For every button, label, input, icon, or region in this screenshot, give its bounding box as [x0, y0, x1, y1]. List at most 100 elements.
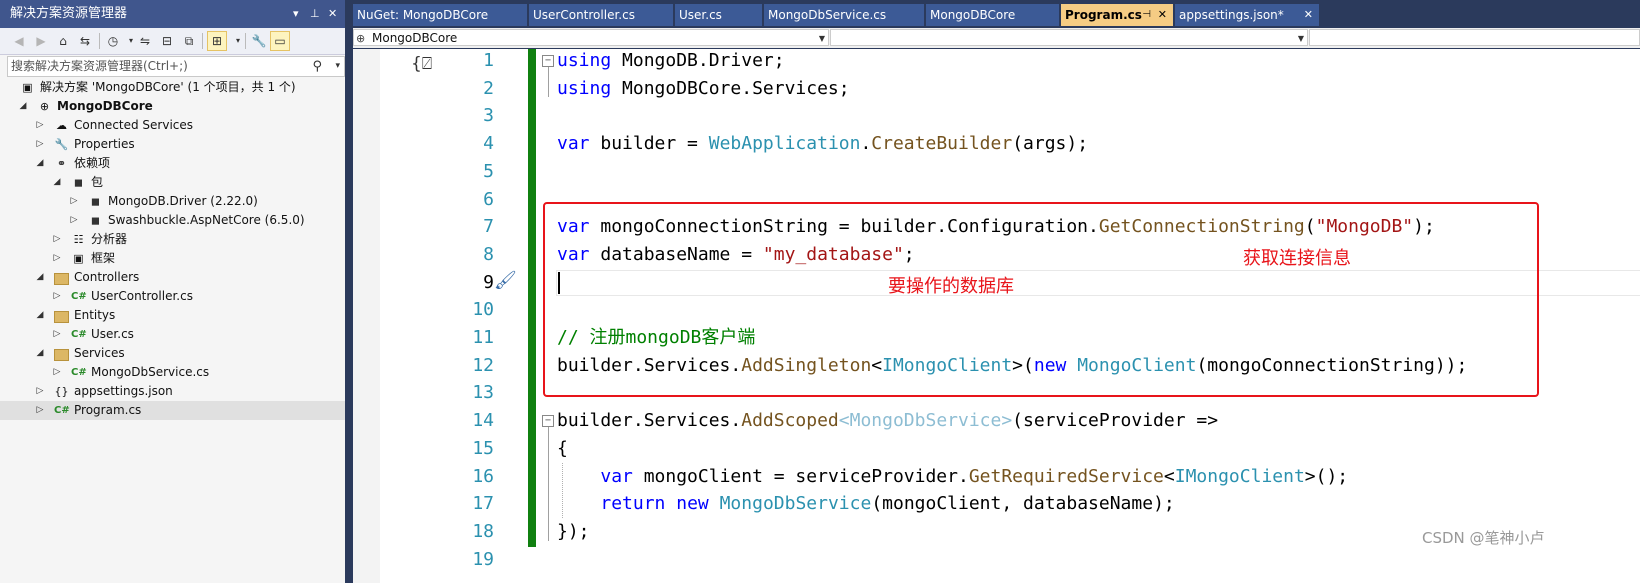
- collapsed-arrow-icon[interactable]: ▷: [52, 287, 62, 306]
- back-icon[interactable]: ◀: [10, 32, 28, 50]
- tree-item[interactable]: ◢ Services: [0, 344, 345, 363]
- collapse-all-icon[interactable]: ⊟: [158, 32, 176, 50]
- code-line[interactable]: var databaseName = "my_database";: [557, 241, 915, 269]
- member-combo[interactable]: [1309, 29, 1640, 46]
- code-map-glyph-icon[interactable]: {⍁: [411, 54, 432, 74]
- properties-wrench-icon[interactable]: 🔧: [250, 32, 268, 50]
- auto-hide-pin-icon[interactable]: ⊥: [310, 0, 320, 28]
- tree-item-label: Program.cs: [74, 403, 142, 417]
- window-position-dropdown-icon[interactable]: ▾: [293, 0, 299, 28]
- code-line[interactable]: var mongoConnectionString = builder.Conf…: [557, 213, 1435, 241]
- tree-item[interactable]: ◢ Entitys: [0, 306, 345, 325]
- expanded-arrow-icon[interactable]: ◢: [18, 97, 28, 116]
- code-line[interactable]: using MongoDB.Driver;: [557, 47, 785, 75]
- code-area[interactable]: {⍁ 🖌 获取连接信息 要操作的数据库 1 using MongoDB.Drive…: [380, 49, 1640, 583]
- panel-splitter[interactable]: [345, 0, 353, 583]
- expanded-arrow-icon[interactable]: ◢: [35, 154, 45, 173]
- close-tab-icon[interactable]: ✕: [1304, 4, 1313, 26]
- tree-item[interactable]: ◢ Controllers: [0, 268, 345, 287]
- project-combo[interactable]: ⊕ MongoDBCore ▼: [353, 29, 829, 46]
- tree-item[interactable]: ▷ C# Program.cs: [0, 401, 345, 420]
- solution-explorer-search-input[interactable]: 搜索解决方案资源管理器(Ctrl+;) ⚲ ▾: [7, 56, 345, 77]
- tree-item[interactable]: ◢ ⊕ MongoDBCore: [0, 97, 345, 116]
- collapsed-arrow-icon[interactable]: ▷: [52, 363, 62, 382]
- tab-label: UserController.cs: [533, 8, 635, 22]
- collapsed-arrow-icon[interactable]: ▷: [35, 135, 45, 154]
- code-line[interactable]: var builder = WebApplication.CreateBuild…: [557, 130, 1088, 158]
- tree-item[interactable]: ▷ C# UserController.cs: [0, 287, 345, 306]
- code-line[interactable]: builder.Services.AddScoped<MongoDbServic…: [557, 407, 1218, 435]
- code-token: new: [676, 493, 709, 515]
- home-icon[interactable]: ⌂: [54, 32, 72, 50]
- tree-item[interactable]: ◢ ◼ 包: [0, 173, 345, 192]
- line-number: 18: [472, 520, 494, 542]
- forward-icon[interactable]: ▶: [32, 32, 50, 50]
- preview-selected-items-icon[interactable]: ⊞: [207, 31, 227, 51]
- quick-actions-brush-icon[interactable]: 🖌: [494, 270, 517, 291]
- expanded-arrow-icon[interactable]: ◢: [35, 268, 45, 287]
- tab-label: Program.cs: [1065, 8, 1142, 22]
- tree-item[interactable]: ▷ ▣ 框架: [0, 249, 345, 268]
- code-line[interactable]: {: [557, 435, 568, 463]
- tree-item-label: Swashbuckle.AspNetCore (6.5.0): [108, 213, 305, 227]
- collapsed-arrow-icon[interactable]: ▷: [52, 230, 62, 249]
- tree-item[interactable]: ▷ ☁ Connected Services: [0, 116, 345, 135]
- expanded-arrow-icon[interactable]: ◢: [35, 306, 45, 325]
- fold-collapse-block-icon[interactable]: −: [542, 415, 554, 428]
- tab-nuget-mongodbcore[interactable]: NuGet: MongoDBCore: [353, 4, 528, 26]
- tree-item[interactable]: ▷ ☷ 分析器: [0, 230, 345, 249]
- tree-item[interactable]: ▷ C# MongoDbService.cs: [0, 363, 345, 382]
- code-line[interactable]: using MongoDBCore.Services;: [557, 75, 850, 103]
- search-options-dropdown-icon[interactable]: ▾: [335, 57, 340, 76]
- collapsed-arrow-icon[interactable]: ▷: [35, 382, 45, 401]
- tab-mongodbcore[interactable]: MongoDBCore: [926, 4, 1060, 26]
- collapsed-arrow-icon[interactable]: ▷: [35, 116, 45, 135]
- tab-mongodbservice-cs[interactable]: MongoDbService.cs: [764, 4, 925, 26]
- tab-label: appsettings.json*: [1179, 8, 1284, 22]
- code-token: AddScoped: [741, 410, 839, 432]
- show-all-files-icon[interactable]: ⧉: [180, 32, 198, 50]
- tree-item[interactable]: ▷ ◼ Swashbuckle.AspNetCore (6.5.0): [0, 211, 345, 230]
- code-token: (: [1304, 216, 1316, 238]
- type-combo[interactable]: ▼: [830, 29, 1308, 46]
- tab-program-cs[interactable]: Program.cs ⊣ ✕: [1061, 4, 1174, 26]
- sync-with-active-document-icon[interactable]: ⇋: [136, 32, 154, 50]
- search-icon[interactable]: ⚲: [312, 57, 322, 76]
- code-token: (mongoConnectionString));: [1196, 354, 1468, 376]
- collapsed-arrow-icon[interactable]: ▷: [52, 325, 62, 344]
- preview-pane-icon[interactable]: ▭: [270, 31, 290, 51]
- tab-usercontroller-cs[interactable]: UserController.cs: [529, 4, 674, 26]
- annotation-get-connection-info: 获取连接信息: [1243, 248, 1351, 269]
- code-line[interactable]: var mongoClient = serviceProvider.GetReq…: [557, 463, 1348, 491]
- tree-item-label: Services: [74, 346, 125, 360]
- expanded-arrow-icon[interactable]: ◢: [52, 173, 62, 192]
- fold-collapse-using-icon[interactable]: −: [542, 55, 554, 67]
- code-token: GetRequiredService: [968, 465, 1164, 487]
- tree-item[interactable]: ▷ 🔧 Properties: [0, 135, 345, 154]
- code-token: builder.Services.: [557, 354, 742, 376]
- code-editor[interactable]: {⍁ 🖌 获取连接信息 要操作的数据库 1 using MongoDB.Drive…: [353, 49, 1640, 583]
- collapsed-arrow-icon[interactable]: ▷: [69, 192, 79, 211]
- code-line[interactable]: });: [557, 518, 590, 546]
- tree-item[interactable]: ▣ 解决方案 'MongoDBCore' (1 个项目，共 1 个): [0, 78, 345, 97]
- tree-item[interactable]: ▷ C# User.cs: [0, 325, 345, 344]
- pin-tab-icon[interactable]: ⊣: [1142, 4, 1151, 26]
- code-line[interactable]: return new MongoDbService(mongoClient, d…: [557, 490, 1174, 518]
- close-panel-icon[interactable]: ✕: [328, 0, 337, 28]
- tab-user-cs[interactable]: User.cs: [675, 4, 763, 26]
- tab-appsettings-json[interactable]: appsettings.json* ✕: [1175, 4, 1320, 26]
- code-line[interactable]: // 注册mongoDB客户端: [557, 324, 755, 352]
- close-tab-icon[interactable]: ✕: [1158, 4, 1167, 26]
- code-line[interactable]: builder.Services.AddSingleton<IMongoClie…: [557, 352, 1467, 380]
- line-number: 8: [483, 243, 494, 265]
- tree-item[interactable]: ▷ {} appsettings.json: [0, 382, 345, 401]
- collapsed-arrow-icon[interactable]: ▷: [35, 401, 45, 420]
- tree-item[interactable]: ▷ ◼ MongoDB.Driver (2.22.0): [0, 192, 345, 211]
- tree-item[interactable]: ◢ ⚭ 依赖项: [0, 154, 345, 173]
- switch-views-icon[interactable]: ⇆: [76, 32, 94, 50]
- collapsed-arrow-icon[interactable]: ▷: [69, 211, 79, 230]
- expanded-arrow-icon[interactable]: ◢: [35, 344, 45, 363]
- pending-changes-filter-icon[interactable]: ◷: [104, 32, 122, 50]
- collapsed-arrow-icon[interactable]: ▷: [52, 249, 62, 268]
